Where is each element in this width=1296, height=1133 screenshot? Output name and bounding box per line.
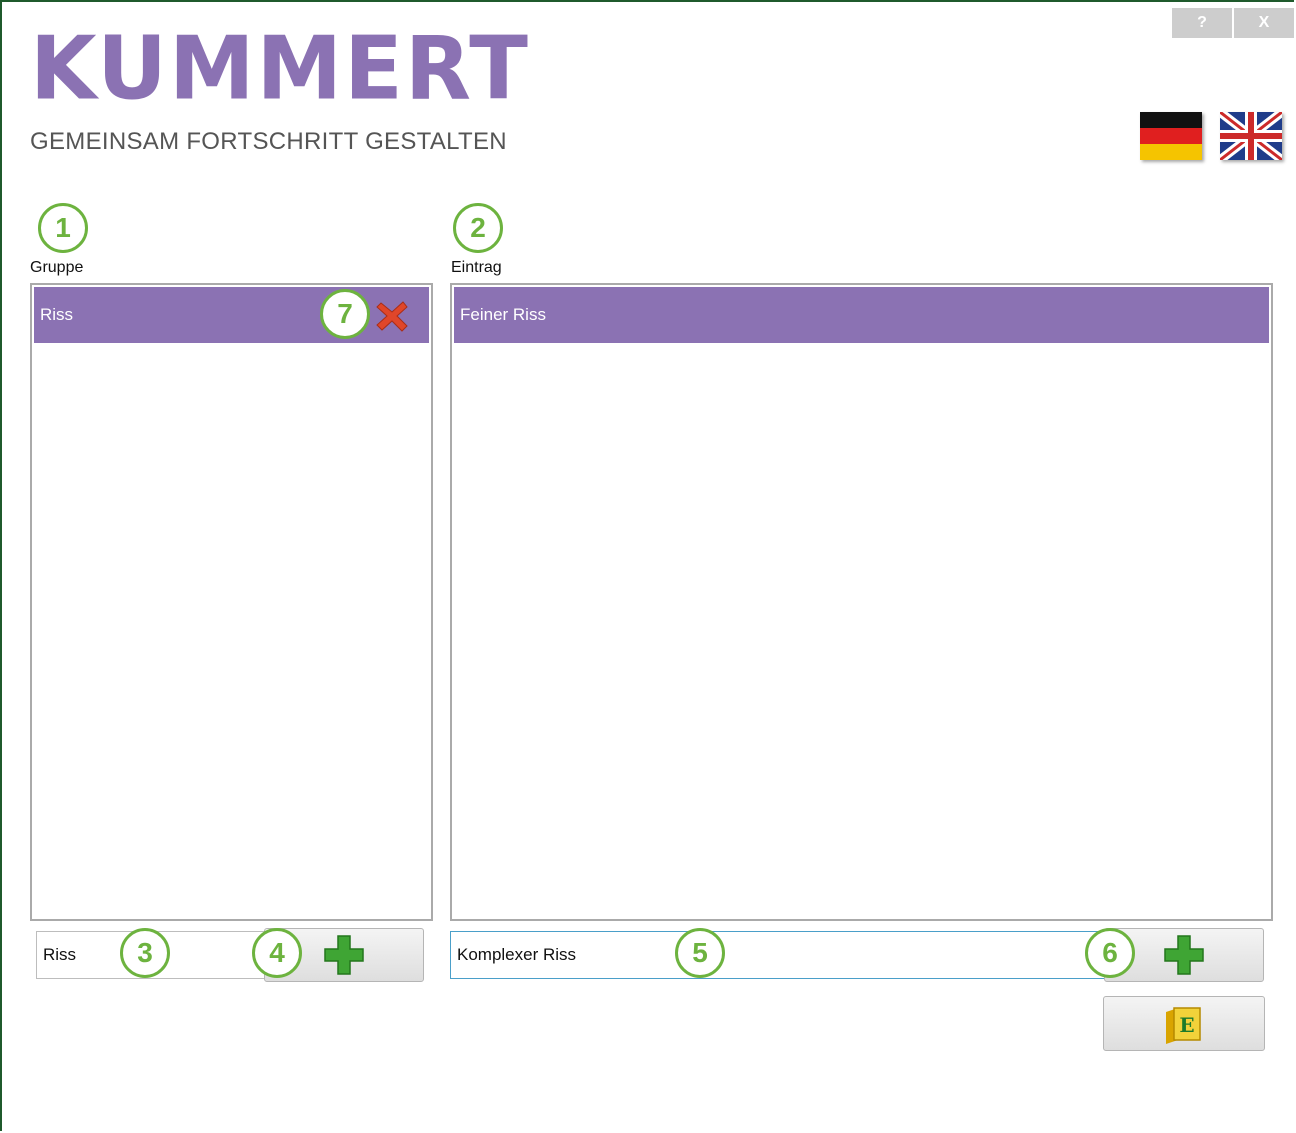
- callout-7: 7: [320, 289, 370, 339]
- group-list[interactable]: Riss: [30, 283, 433, 921]
- export-button[interactable]: E: [1103, 996, 1265, 1051]
- flag-uk-icon[interactable]: [1220, 112, 1282, 160]
- entry-list[interactable]: Feiner Riss: [450, 283, 1273, 921]
- excel-folder-icon: E: [1166, 1006, 1201, 1044]
- help-button[interactable]: ?: [1172, 8, 1232, 38]
- logo-tagline: GEMEINSAM FORTSCHRITT GESTALTEN: [30, 128, 507, 155]
- close-button[interactable]: X: [1234, 8, 1294, 38]
- callout-5: 5: [675, 928, 725, 978]
- logo-wordmark: KUMMERT: [30, 18, 530, 120]
- delete-x-icon[interactable]: [374, 298, 410, 334]
- group-label: Gruppe: [30, 259, 84, 276]
- group-item-label: Riss: [40, 305, 74, 324]
- flag-de-icon[interactable]: [1140, 112, 1202, 160]
- entry-item-label: Feiner Riss: [460, 305, 546, 324]
- plus-icon: [324, 935, 364, 975]
- entry-input[interactable]: [450, 931, 1110, 979]
- entry-list-item[interactable]: Feiner Riss: [454, 287, 1269, 343]
- plus-icon: [1164, 935, 1204, 975]
- export-letter: E: [1179, 1013, 1194, 1037]
- callout-1: 1: [38, 203, 88, 253]
- callout-3: 3: [120, 928, 170, 978]
- callout-4: 4: [252, 928, 302, 978]
- callout-2: 2: [453, 203, 503, 253]
- callout-6: 6: [1085, 928, 1135, 978]
- entry-label: Eintrag: [451, 259, 502, 276]
